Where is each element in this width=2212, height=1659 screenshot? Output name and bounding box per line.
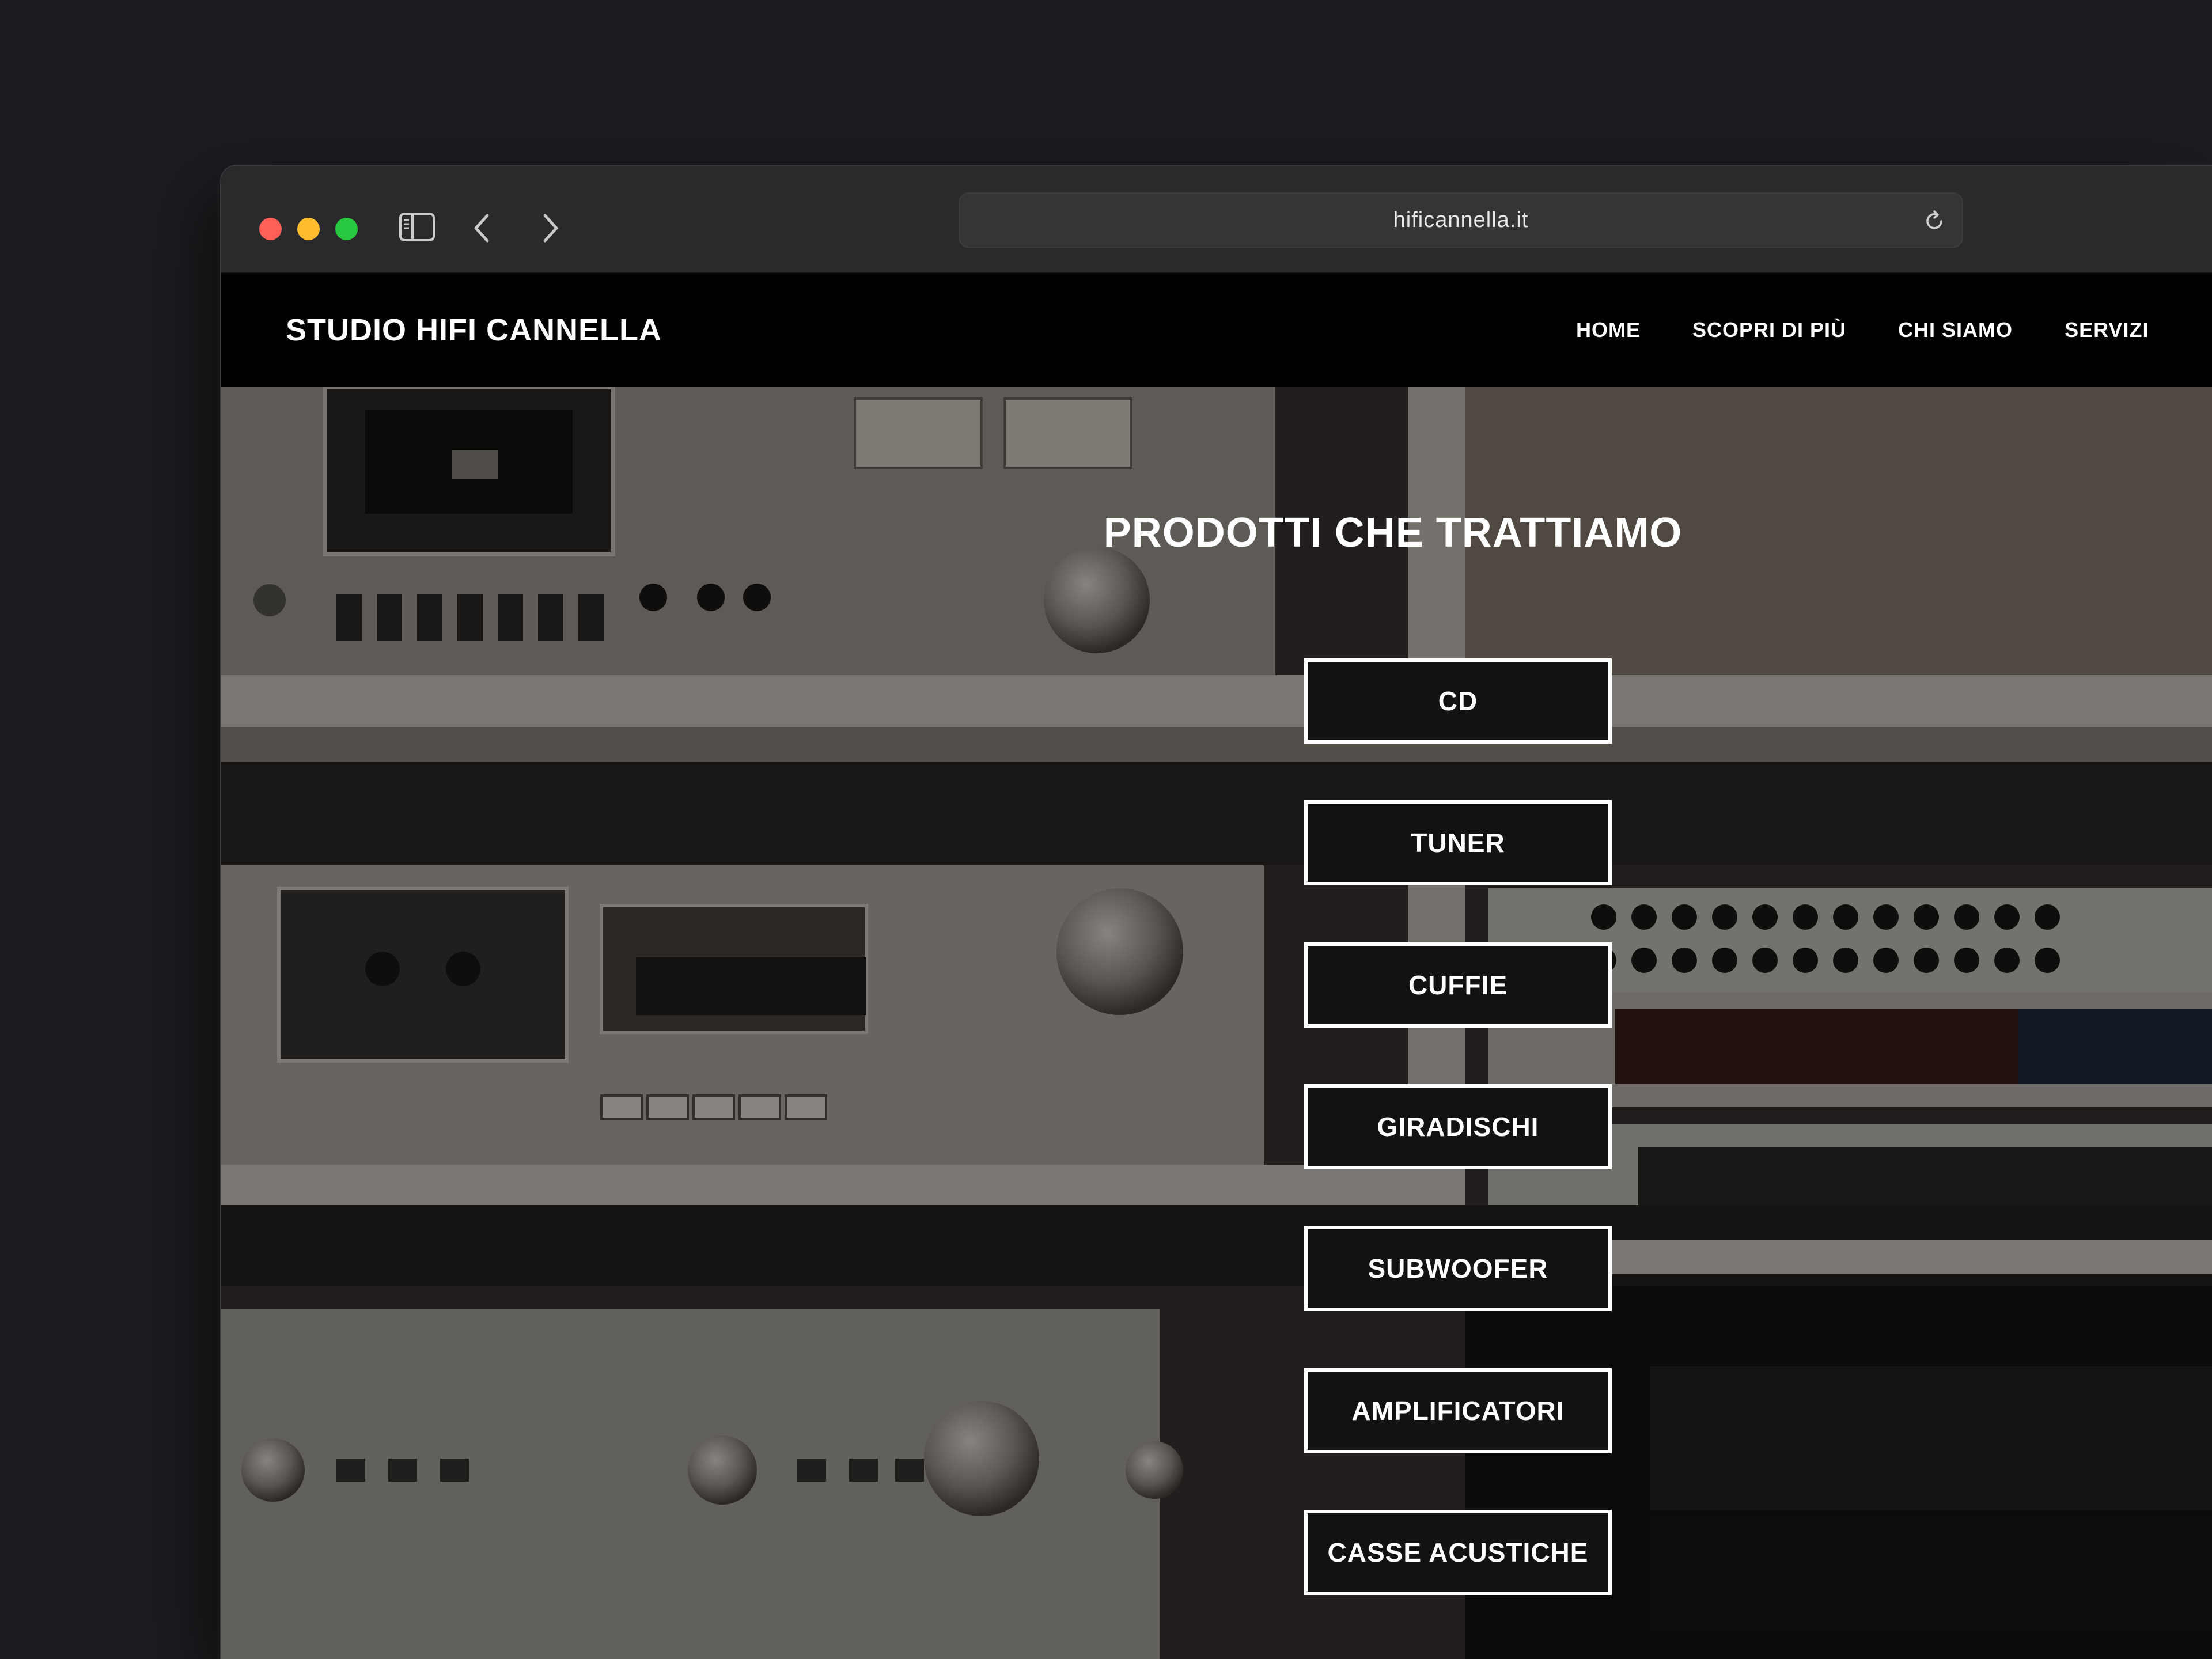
sidebar-toggle-icon[interactable] — [399, 212, 435, 242]
product-button-cuffie[interactable]: CUFFIE — [1304, 942, 1612, 1028]
product-button-tuner[interactable]: TUNER — [1304, 800, 1612, 885]
product-button-amplificatori[interactable]: AMPLIFICATORI — [1304, 1368, 1612, 1453]
nav-home[interactable]: HOME — [1576, 273, 1641, 387]
nav-servizi[interactable]: SERVIZI — [2065, 273, 2149, 387]
nav-scopri-di-piu[interactable]: SCOPRI DI PIÙ — [1692, 273, 1846, 387]
reload-icon[interactable] — [1924, 210, 1945, 232]
nav-chi-siamo[interactable]: CHI SIAMO — [1898, 273, 2013, 387]
url-text[interactable]: hificannella.it — [960, 194, 1962, 247]
chevron-left-icon[interactable] — [470, 212, 493, 244]
browser-toolbar: hificannella.it — [221, 166, 2212, 273]
close-window-button[interactable] — [259, 218, 282, 240]
website: STUDIO HIFI CANNELLA HOME SCOPRI DI PIÙ … — [221, 273, 2212, 1659]
site-logo[interactable]: STUDIO HIFI CANNELLA — [286, 273, 662, 387]
browser-window: hificannella.it STUDIO HIFI CANNELLA HOM… — [221, 166, 2212, 1659]
hero-section: PRODOTTI CHE TRATTIAMO CD TUNER CUFFIE G… — [221, 387, 2212, 1659]
site-header: STUDIO HIFI CANNELLA HOME SCOPRI DI PIÙ … — [221, 273, 2212, 387]
hero-dark-overlay — [221, 387, 2212, 1659]
product-button-cd[interactable]: CD — [1304, 658, 1612, 744]
minimize-window-button[interactable] — [297, 218, 320, 240]
section-title: PRODOTTI CHE TRATTIAMO — [1103, 510, 1683, 556]
chevron-right-icon[interactable] — [539, 212, 562, 244]
product-button-casse-acustiche[interactable]: CASSE ACUSTICHE — [1304, 1510, 1612, 1595]
address-bar[interactable]: hificannella.it — [959, 192, 1963, 248]
main-nav: HOME SCOPRI DI PIÙ CHI SIAMO SERVIZI — [1576, 273, 2200, 387]
zoom-window-button[interactable] — [335, 218, 358, 240]
product-button-giradischi[interactable]: GIRADISCHI — [1304, 1084, 1612, 1169]
product-button-subwoofer[interactable]: SUBWOOFER — [1304, 1226, 1612, 1311]
